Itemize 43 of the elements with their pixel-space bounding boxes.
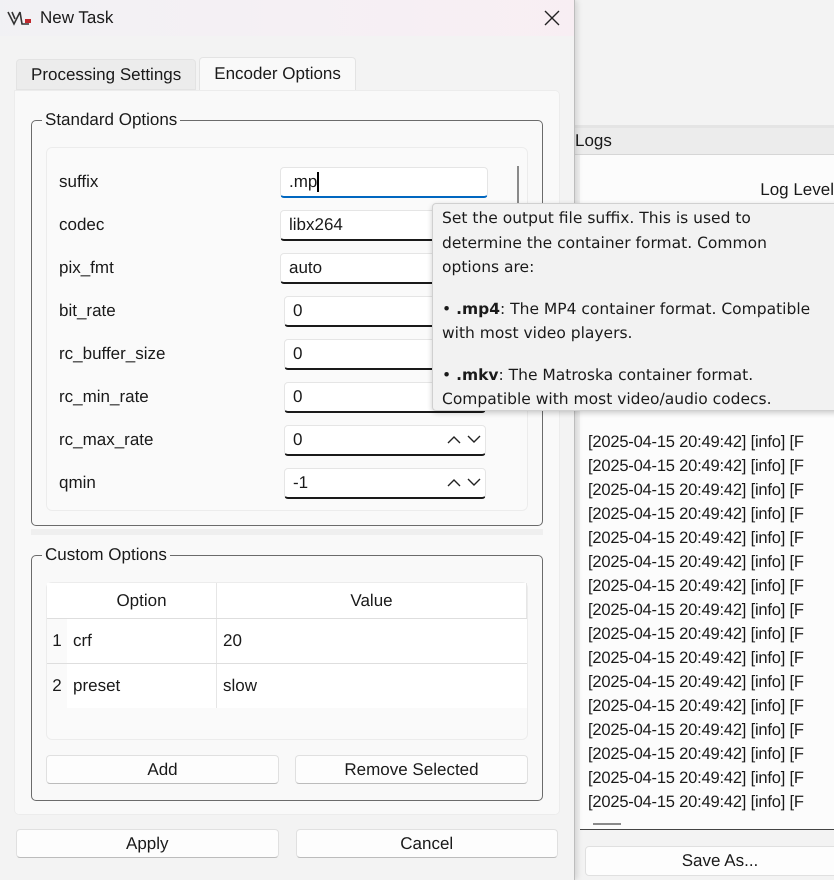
window-title: New Task: [40, 7, 114, 30]
table-cell: crf: [67, 619, 217, 663]
option-label: rc_buffer_size: [59, 343, 166, 366]
text-field[interactable]: .mp: [280, 166, 488, 198]
table-action-button[interactable]: Remove Selected: [295, 755, 528, 784]
log-line: [2025-04-15 20:49:42] [info] [F: [588, 720, 805, 741]
log-line: [2025-04-15 20:49:42] [info] [F: [588, 456, 805, 477]
log-line: [2025-04-15 20:49:42] [info] [F: [588, 552, 805, 573]
tab[interactable]: Encoder Options: [199, 57, 356, 90]
dialog-button[interactable]: Cancel: [296, 829, 558, 858]
save-as-button[interactable]: Save As...: [585, 846, 834, 876]
column-header[interactable]: Option: [67, 583, 217, 618]
log-line: [2025-04-15 20:49:42] [info] [F: [588, 696, 805, 717]
option-label: codec: [59, 214, 106, 236]
logs-tab[interactable]: Logs: [575, 128, 618, 154]
log-line: [2025-04-15 20:49:42] [info] [F: [588, 432, 805, 453]
log-line: [2025-04-15 20:49:42] [info] [F: [588, 480, 805, 501]
log-line: [2025-04-15 20:49:42] [info] [F: [588, 648, 805, 669]
log-line: [2025-04-15 20:49:42] [info] [F: [588, 528, 805, 549]
table-cell: 20: [217, 619, 527, 663]
option-label: pix_fmt: [59, 257, 115, 280]
table-cell: slow: [217, 664, 527, 708]
log-line: [2025-04-15 20:49:42] [info] [F: [588, 744, 805, 765]
log-line: [2025-04-15 20:49:42] [info] [F: [588, 672, 805, 693]
option-label: qmin: [59, 472, 97, 494]
log-line: [2025-04-15 20:49:42] [info] [F: [588, 576, 805, 597]
option-label: rc_max_rate: [59, 429, 154, 452]
option-label: suffix: [59, 171, 100, 194]
log-line: [2025-04-15 20:49:42] [info] [F: [588, 504, 805, 525]
dialog-button[interactable]: Apply: [16, 829, 278, 858]
table-action-button[interactable]: Add: [46, 755, 279, 784]
option-label: bit_rate: [59, 300, 117, 322]
log-level-label: Log Level: [760, 179, 834, 201]
spin-box[interactable]: 0: [284, 424, 486, 456]
option-label: rc_min_rate: [59, 386, 150, 408]
log-line: [2025-04-15 20:49:42] [info] [F: [588, 792, 805, 813]
log-line: [2025-04-15 20:49:42] [info] [F: [588, 768, 805, 789]
column-header[interactable]: Value: [217, 583, 527, 618]
tab[interactable]: Processing Settings: [16, 59, 196, 90]
table-cell: preset: [67, 664, 217, 708]
log-line: [2025-04-15 20:49:42] [info] [F: [588, 600, 805, 621]
spin-box[interactable]: -1: [284, 468, 486, 498]
log-line: [2025-04-15 20:49:42] [info] [F: [588, 624, 805, 645]
